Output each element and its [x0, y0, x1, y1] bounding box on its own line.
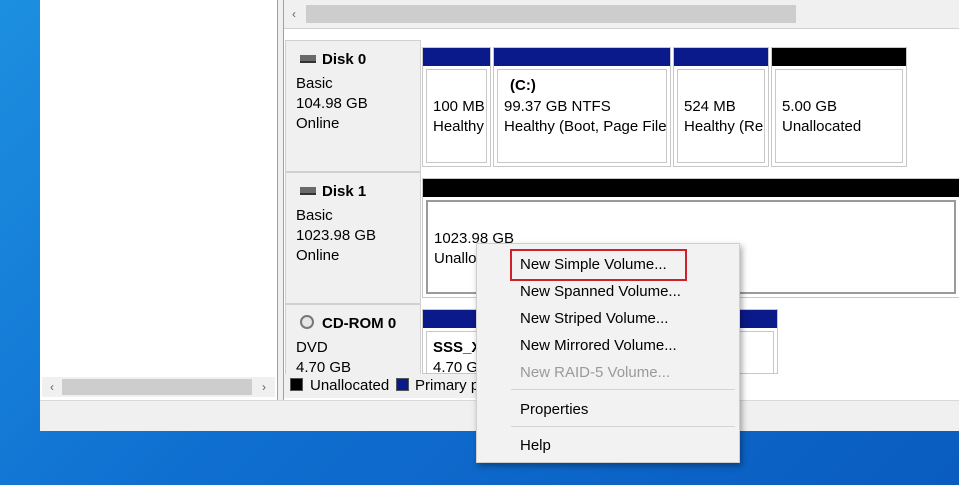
- scroll-right-arrow-icon[interactable]: ›: [256, 378, 272, 396]
- partition-bar: [674, 48, 768, 66]
- partition-size: 524 MB: [684, 98, 736, 115]
- disk-name: CD-ROM 0: [322, 315, 397, 332]
- partition-bar: [423, 48, 490, 66]
- disk-0-info[interactable]: Disk 0 Basic 104.98 GB Online: [285, 40, 421, 172]
- menu-item-help[interactable]: Help: [520, 437, 551, 454]
- partition-bar: [772, 48, 906, 66]
- partition-size: 99.37 GB NTFS: [504, 98, 611, 115]
- menu-item-new-mirrored-volume[interactable]: New Mirrored Volume...: [520, 337, 677, 354]
- menu-separator: [511, 426, 735, 427]
- disk-status: Online: [296, 115, 340, 132]
- legend-primary-label: Primary p: [415, 377, 480, 394]
- partition-label: (C:): [510, 77, 536, 94]
- menu-item-new-striped-volume[interactable]: New Striped Volume...: [520, 310, 668, 327]
- partition-unallocated-disk0[interactable]: 5.00 GB Unallocated: [771, 47, 907, 167]
- highlight-box: [510, 249, 687, 281]
- menu-separator: [511, 389, 735, 390]
- legend: Unallocated Primary p: [284, 374, 484, 398]
- disk-size: 1023.98 GB: [296, 227, 377, 244]
- partition-c-drive[interactable]: (C:) 99.37 GB NTFS Healthy (Boot, Page F…: [493, 47, 671, 167]
- disk-name: Disk 1: [322, 183, 367, 200]
- partition-bar: [423, 179, 959, 197]
- partition-body: 100 MB Healthy: [426, 69, 487, 163]
- partition-body: 524 MB Healthy (Re: [677, 69, 765, 163]
- disk-type: Basic: [296, 75, 333, 92]
- partition-status: Healthy (Re: [684, 118, 764, 135]
- partition-status: Unallocated: [782, 118, 862, 135]
- disk-status: Online: [296, 247, 340, 264]
- scrollbar-thumb[interactable]: [62, 379, 252, 395]
- partition-status: Healthy: [433, 118, 484, 135]
- disk-icon: [300, 55, 316, 63]
- left-pane-horizontal-scrollbar[interactable]: ‹ ›: [42, 377, 275, 397]
- top-horizontal-scrollbar[interactable]: ‹: [284, 0, 959, 29]
- scroll-left-arrow-icon[interactable]: ‹: [44, 378, 60, 396]
- partition-status: Healthy (Boot, Page File,: [504, 118, 666, 135]
- disk-type: Basic: [296, 207, 333, 224]
- menu-item-properties[interactable]: Properties: [520, 401, 588, 418]
- scroll-left-arrow-icon[interactable]: ‹: [286, 5, 302, 23]
- partition-body: 5.00 GB Unallocated: [775, 69, 903, 163]
- disk-size: 104.98 GB: [296, 95, 368, 112]
- cd-drive-icon: [300, 315, 314, 329]
- partition-system-reserved[interactable]: 100 MB Healthy: [422, 47, 491, 167]
- scrollbar-thumb[interactable]: [306, 5, 796, 23]
- disk-1-info[interactable]: Disk 1 Basic 1023.98 GB Online: [285, 172, 421, 304]
- legend-unallocated-swatch: [290, 378, 303, 391]
- partition-size: 5.00 GB: [782, 98, 838, 115]
- partition-size: 100 MB: [433, 98, 485, 115]
- cdrom-0-info[interactable]: CD-ROM 0 DVD 4.70 GB: [285, 304, 421, 376]
- disk-type: DVD: [296, 339, 328, 356]
- console-tree-pane: [40, 0, 278, 400]
- legend-unallocated-label: Unallocated: [310, 377, 390, 394]
- disk-name: Disk 0: [322, 51, 367, 68]
- menu-item-new-raid5-volume: New RAID-5 Volume...: [520, 364, 671, 381]
- menu-item-new-spanned-volume[interactable]: New Spanned Volume...: [520, 283, 681, 300]
- legend-primary-swatch: [396, 378, 409, 391]
- partition-size: 4.70 GI: [433, 359, 483, 374]
- disk-icon: [300, 187, 316, 195]
- partition-body: (C:) 99.37 GB NTFS Healthy (Boot, Page F…: [497, 69, 667, 163]
- partition-recovery[interactable]: 524 MB Healthy (Re: [673, 47, 769, 167]
- partition-bar: [494, 48, 670, 66]
